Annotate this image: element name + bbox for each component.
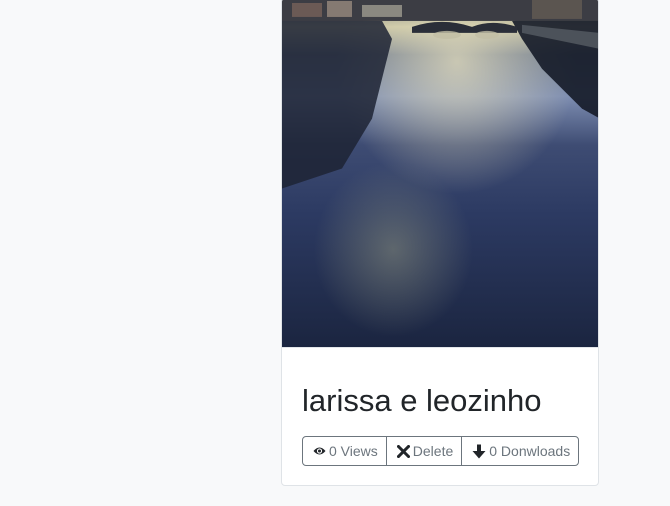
action-button-group: 0 Views Delete 0 Donwloads — [302, 436, 580, 466]
downloads-label: 0 Donwloads — [489, 443, 571, 459]
downloads-button[interactable]: 0 Donwloads — [461, 436, 580, 466]
card-body: larissa e leozinho 0 Views Delete 0 Donw… — [282, 348, 598, 485]
eye-icon — [313, 446, 326, 456]
views-button[interactable]: 0 Views — [302, 436, 387, 466]
delete-label: Delete — [412, 443, 454, 459]
arrow-down-icon — [472, 444, 486, 459]
river-photo — [282, 0, 598, 347]
photo-image — [282, 0, 598, 348]
photo-title: larissa e leozinho — [302, 383, 542, 418]
close-icon — [396, 444, 410, 458]
page: larissa e leozinho 0 Views Delete 0 Donw… — [0, 0, 670, 506]
delete-button[interactable]: Delete — [385, 436, 463, 466]
views-label: 0 Views — [329, 443, 378, 459]
photo-card: larissa e leozinho 0 Views Delete 0 Donw… — [281, 0, 599, 486]
